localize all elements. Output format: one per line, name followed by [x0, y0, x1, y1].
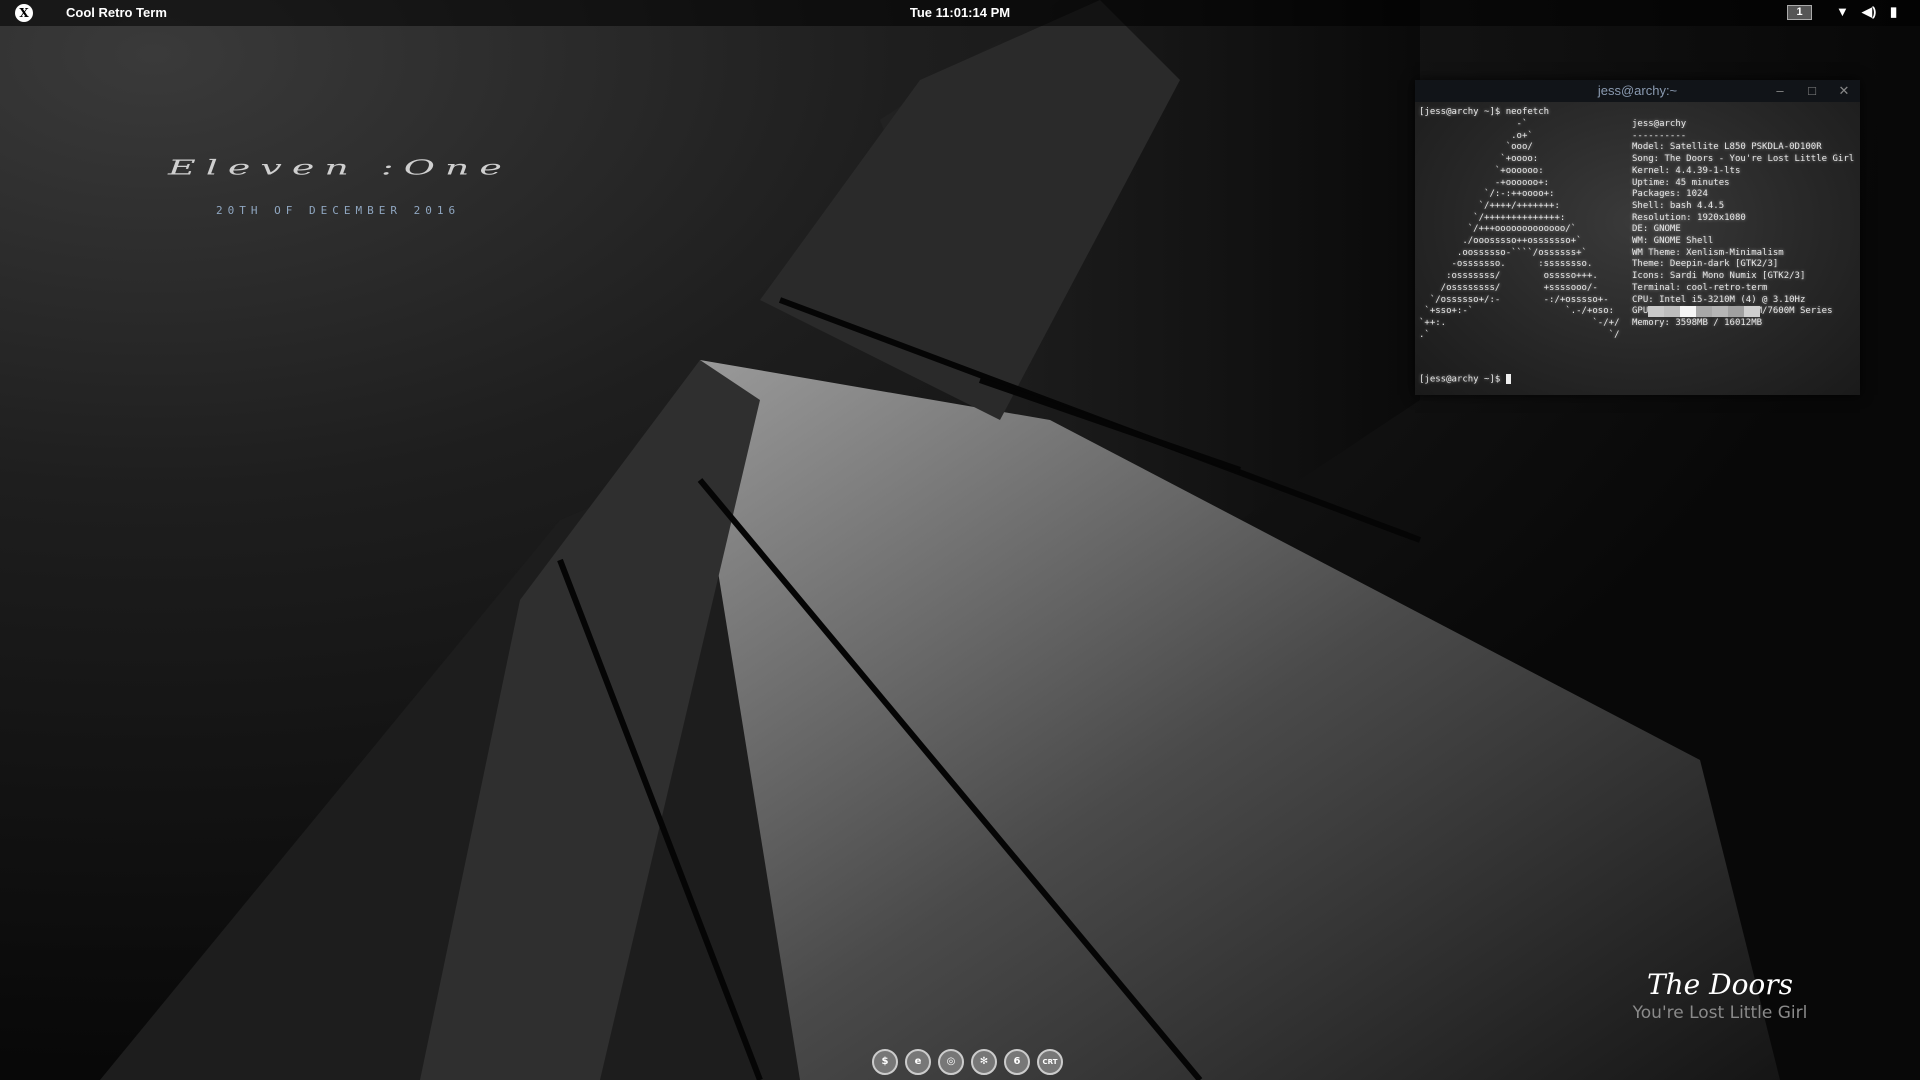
- prompt: [jess@archy ~]$: [1419, 374, 1506, 385]
- track-name: You're Lost Little Girl: [1632, 1003, 1808, 1023]
- color-palette: [1648, 306, 1760, 317]
- info-line: WM: GNOME Shell: [1632, 236, 1714, 246]
- minimize-button[interactable]: –: [1770, 80, 1790, 102]
- terminal-window[interactable]: jess@archy:~ – □ ✕ [jess@archy ~]$ neofe…: [1415, 80, 1860, 395]
- wallpaper-date: 20TH OF DECEMBER 2016: [216, 204, 461, 217]
- palette-swatch: [1712, 306, 1728, 317]
- info-line: CPU: Intel i5-3210M (4) @ 3.10Hz: [1632, 294, 1806, 305]
- info-line: jess@archy: [1632, 119, 1687, 129]
- now-playing: The Doors You're Lost Little Girl: [1600, 968, 1840, 1023]
- command-line: [jess@archy ~]$ neofetch: [1419, 107, 1550, 117]
- info-line: Theme: Deepin-dark [GTK2/3]: [1632, 259, 1779, 270]
- maximize-button[interactable]: □: [1802, 80, 1822, 102]
- cursor: [1505, 374, 1511, 384]
- top-bar: X Cool Retro Term Tue 11:01:14 PM 1 ▼ ◀)…: [0, 0, 1920, 26]
- terminal-title: jess@archy:~: [1597, 83, 1678, 98]
- dock-pinwheel-icon[interactable]: ✻: [971, 1049, 997, 1075]
- info-line: Kernel: 4.4.39-1-lts: [1632, 165, 1741, 176]
- info-line: Resolution: 1920x1080: [1632, 212, 1746, 223]
- prompt-line[interactable]: [jess@archy ~]$: [1419, 374, 1511, 386]
- palette-swatch: [1664, 306, 1680, 317]
- info-line: Memory: 3598MB / 16012MB: [1632, 317, 1763, 328]
- terminal-titlebar[interactable]: jess@archy:~ – □ ✕: [1415, 80, 1860, 102]
- info-line: Icons: Sardi Mono Numix [GTK2/3]: [1632, 271, 1806, 282]
- dock-terminal-icon[interactable]: $: [872, 1049, 898, 1075]
- dock-firefox-icon[interactable]: e: [905, 1049, 931, 1075]
- dock-spiral-icon[interactable]: 6: [1004, 1049, 1030, 1075]
- palette-swatch: [1696, 306, 1712, 317]
- activities-logo-icon[interactable]: X: [15, 4, 33, 22]
- dock-chrome-icon[interactable]: ◎: [938, 1049, 964, 1075]
- info-line: Packages: 1024: [1632, 189, 1708, 200]
- wallpaper-title: Eleven :One: [168, 155, 512, 180]
- workspace-indicator[interactable]: 1: [1787, 5, 1812, 20]
- clock[interactable]: Tue 11:01:14 PM: [910, 5, 1010, 20]
- battery-icon[interactable]: ▮: [1890, 4, 1897, 20]
- palette-swatch: [1744, 306, 1760, 317]
- dock: $ e ◎ ✻ 6 CRT: [872, 1049, 1063, 1075]
- palette-swatch: [1648, 306, 1664, 317]
- volume-icon[interactable]: ◀): [1862, 4, 1876, 20]
- info-line: ----------: [1632, 130, 1687, 141]
- dock-cool-retro-term-icon[interactable]: CRT: [1037, 1049, 1063, 1075]
- info-line: Uptime: 45 minutes: [1632, 177, 1730, 188]
- info-line: Song: The Doors - You're Lost Little Gir…: [1632, 154, 1855, 165]
- artist-name: The Doors: [1646, 968, 1794, 1001]
- wifi-icon[interactable]: ▼: [1836, 4, 1849, 19]
- info-line: Terminal: cool-retro-term: [1632, 282, 1768, 293]
- palette-swatch: [1680, 306, 1696, 317]
- info-line: Shell: bash 4.4.5: [1632, 200, 1725, 211]
- ascii-logo: -` .o+` `ooo/ `+oooo: `+oooooo: -+oooooo…: [1419, 119, 1620, 340]
- info-line: DE: GNOME: [1632, 224, 1681, 235]
- info-line: Model: Satellite L850 PSKDLA-0D100R: [1632, 142, 1822, 153]
- close-button[interactable]: ✕: [1834, 80, 1854, 102]
- info-line: WM Theme: Xenlism-Minimalism: [1632, 247, 1784, 258]
- app-menu[interactable]: Cool Retro Term: [66, 5, 167, 20]
- palette-swatch: [1728, 306, 1744, 317]
